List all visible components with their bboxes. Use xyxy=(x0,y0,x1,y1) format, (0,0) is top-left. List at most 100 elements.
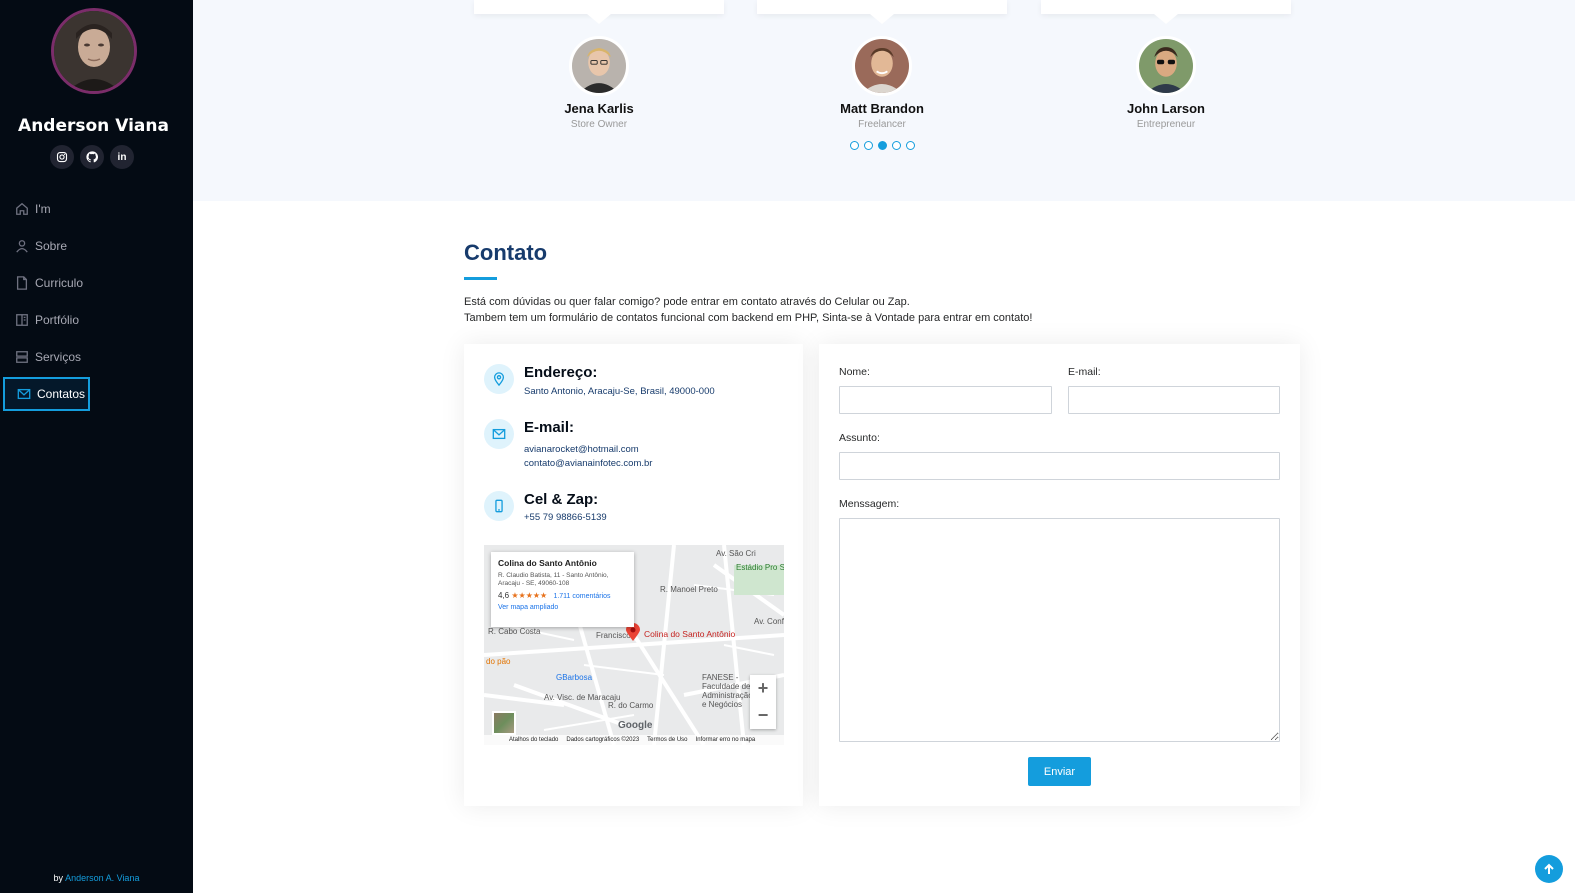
home-icon xyxy=(16,202,28,215)
address-label: Endereço: xyxy=(524,364,598,381)
email-label: E-mail: xyxy=(1068,366,1101,378)
zoom-out-button[interactable]: − xyxy=(750,702,776,729)
testimonial-card xyxy=(474,0,724,24)
nav-item-portfolio[interactable]: Portfólio xyxy=(3,303,89,337)
book-icon xyxy=(16,314,28,326)
user-icon xyxy=(16,240,28,253)
message-label: Menssagem: xyxy=(839,498,900,510)
avatar xyxy=(569,36,629,96)
carousel-pagination xyxy=(850,141,915,150)
profile-name: Anderson Viana xyxy=(18,116,169,136)
name-input[interactable] xyxy=(839,386,1052,414)
credit: by Anderson A. Viana xyxy=(0,873,193,883)
instagram-icon xyxy=(56,151,68,163)
address-value: Santo Antonio, Aracaju-Se, Brasil, 49000… xyxy=(524,386,715,397)
contact-intro: Está com dúvidas ou quer falar comigo? p… xyxy=(464,294,1032,326)
avatar xyxy=(852,36,912,96)
phone-label: Cel & Zap: xyxy=(524,491,599,508)
satellite-toggle[interactable] xyxy=(492,711,516,735)
map-label: GBarbosa xyxy=(556,673,593,682)
map-footer-link[interactable]: Atalhos do teclado xyxy=(509,737,558,743)
github-link[interactable] xyxy=(80,145,104,169)
nav-item-resume[interactable]: Curriculo xyxy=(3,266,89,300)
map-footer-link[interactable]: Informar erro no mapa xyxy=(696,737,756,743)
email-label: E-mail: xyxy=(524,419,575,436)
map-label: Av. Confia xyxy=(754,617,784,626)
nav-item-label: I'm xyxy=(35,202,51,216)
map-label: Av. São Cri xyxy=(716,549,756,558)
linkedin-link[interactable]: in xyxy=(110,145,134,169)
map-footer-link[interactable]: Termos de Uso xyxy=(647,737,687,743)
nav-item-label: Sobre xyxy=(35,239,68,253)
credit-link[interactable]: Anderson A. Viana xyxy=(65,873,139,883)
zoom-in-button[interactable]: + xyxy=(750,675,776,702)
back-to-top-button[interactable] xyxy=(1535,855,1563,883)
pagination-dot[interactable] xyxy=(864,141,873,150)
nav-item-label: Portfólio xyxy=(35,313,80,327)
google-logo: Google xyxy=(618,720,653,731)
google-map[interactable]: Estádio Pro Sabino R Av. Confia Av. São … xyxy=(484,545,784,745)
map-place-card: Colina do Santo Antônio R. Claudio Batis… xyxy=(491,552,634,627)
testimonial-person: Matt Brandon Freelancer xyxy=(782,36,982,130)
rating-value: 4,6 xyxy=(498,591,510,600)
nav-item-services[interactable]: Serviços xyxy=(3,340,89,374)
message-textarea[interactable] xyxy=(839,518,1280,742)
pin-label: Colina do Santo Antônio xyxy=(644,629,736,639)
pagination-dot[interactable] xyxy=(892,141,901,150)
email-value[interactable]: avianarocket@hotmail.com xyxy=(524,443,639,457)
testimonial-name: John Larson xyxy=(1126,101,1205,116)
send-button[interactable]: Enviar xyxy=(1028,757,1091,786)
github-icon xyxy=(86,151,98,163)
email-value[interactable]: contato@avianainfotec.com.br xyxy=(524,457,652,471)
instagram-link[interactable] xyxy=(50,145,74,169)
intro-line: Está com dúvidas ou quer falar comigo? p… xyxy=(464,296,910,308)
sidebar: Anderson Viana in I'm Sobre Curriculo Po… xyxy=(0,0,193,893)
arrow-up-icon xyxy=(1544,863,1554,874)
linkedin-icon: in xyxy=(117,151,127,163)
map-footer-text: Dados cartográficos ©2023 xyxy=(566,737,640,743)
email-input[interactable] xyxy=(1068,386,1280,414)
testimonial-card xyxy=(757,0,1007,24)
nav-item-label: Serviços xyxy=(35,350,82,364)
social-links: in xyxy=(50,145,134,169)
contact-form: Nome: E-mail: Assunto: Menssagem: Enviar xyxy=(819,344,1300,806)
map-label: FANESE - Faculdade de Administração e Ne… xyxy=(702,673,753,709)
nav-item-contacts[interactable]: Contatos xyxy=(3,377,90,411)
reviews-link[interactable]: 1.711 comentários xyxy=(553,593,610,600)
testimonial-role: Freelancer xyxy=(858,119,906,130)
file-icon xyxy=(16,276,28,290)
place-rating: 4,6 ★★★★★ 1.711 comentários xyxy=(498,591,627,600)
place-title: Colina do Santo Antônio xyxy=(498,558,597,568)
intro-line: Tambem tem um formulário de contatos fun… xyxy=(464,312,1033,324)
pagination-dot[interactable] xyxy=(906,141,915,150)
testimonial-person: John Larson Entrepreneur xyxy=(1066,36,1266,130)
envelope-icon xyxy=(484,419,514,449)
pagination-dot-active[interactable] xyxy=(878,141,887,150)
nav-menu: I'm Sobre Curriculo Portfólio Serviços C… xyxy=(0,192,193,414)
nav-item-label: Contatos xyxy=(37,387,86,401)
larger-map-link[interactable]: Ver mapa ampliado xyxy=(498,604,627,611)
nav-item-label: Curriculo xyxy=(35,276,84,290)
testimonial-card xyxy=(1041,0,1291,24)
testimonial-name: Jena Karlis xyxy=(564,101,634,116)
place-address: R. Claudio Batista, 11 - Santo Antônio, … xyxy=(498,572,609,587)
nav-item-home[interactable]: I'm xyxy=(3,192,89,226)
map-zoom-controls: + − xyxy=(750,675,776,729)
name-label: Nome: xyxy=(839,366,870,378)
testimonial-person: Jena Karlis Store Owner xyxy=(499,36,699,130)
map-footer: Atalhos do teclado Dados cartográficos ©… xyxy=(484,735,784,745)
map-label: do pão xyxy=(486,657,511,666)
rating-stars-icon: ★★★★★ xyxy=(511,591,548,600)
avatar xyxy=(1136,36,1196,96)
testimonial-name: Matt Brandon xyxy=(840,101,924,116)
map-label: R. Manoel Preto xyxy=(660,585,718,594)
phone-icon xyxy=(484,491,514,521)
section-title: Contato xyxy=(464,240,548,265)
testimonial-role: Entrepreneur xyxy=(1136,119,1196,130)
subject-input[interactable] xyxy=(839,452,1280,480)
subject-label: Assunto: xyxy=(839,432,880,444)
nav-item-about[interactable]: Sobre xyxy=(3,229,89,263)
pagination-dot[interactable] xyxy=(850,141,859,150)
phone-value[interactable]: +55 79 98866-5139 xyxy=(524,511,607,525)
title-underline xyxy=(464,277,497,280)
